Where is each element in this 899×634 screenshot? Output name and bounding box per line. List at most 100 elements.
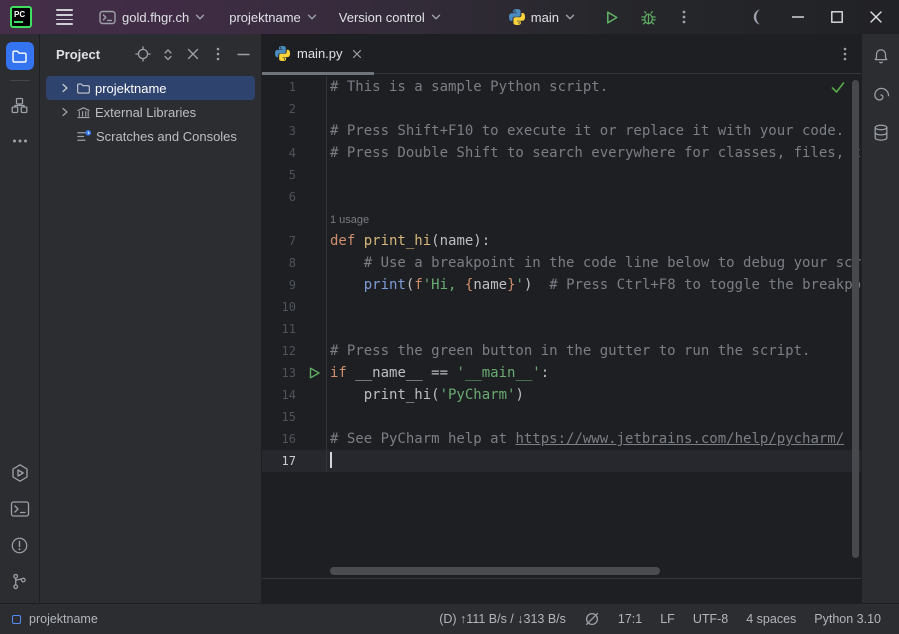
debug-button[interactable]: [632, 4, 665, 31]
structure-tool-button[interactable]: [6, 91, 34, 119]
project-tool-button[interactable]: [6, 42, 34, 70]
code-text[interactable]: [327, 450, 861, 472]
hide-panel-button[interactable]: [235, 46, 251, 62]
gutter-cell[interactable]: 10: [262, 296, 327, 318]
main-menu-button[interactable]: [52, 5, 77, 28]
line-number[interactable]: 7: [289, 234, 296, 248]
line-number[interactable]: 10: [282, 300, 296, 314]
gutter-cell[interactable]: 13: [262, 362, 327, 384]
indent-widget[interactable]: 4 spaces: [746, 612, 796, 626]
editor-options-button[interactable]: [843, 47, 847, 61]
code-text[interactable]: if __name__ == '__main__':: [327, 362, 861, 384]
line-number[interactable]: 11: [282, 322, 296, 336]
window-close-button[interactable]: [861, 4, 891, 30]
line-number[interactable]: 2: [289, 102, 296, 116]
line-number[interactable]: 9: [289, 278, 296, 292]
remote-host-selector[interactable]: gold.fhgr.ch: [91, 5, 213, 30]
caret-position-widget[interactable]: 17:1: [618, 612, 642, 626]
line-number[interactable]: 16: [282, 432, 296, 446]
gutter-cell[interactable]: 12: [262, 340, 327, 362]
gutter-cell[interactable]: 16: [262, 428, 327, 450]
line-number[interactable]: 1: [289, 80, 296, 94]
horizontal-scrollbar[interactable]: [330, 567, 660, 575]
more-tool-windows-button[interactable]: [6, 127, 34, 155]
interpreter-widget[interactable]: Python 3.10: [814, 612, 881, 626]
window-crescent-button[interactable]: [744, 4, 774, 30]
tab-main-py[interactable]: main.py: [262, 34, 374, 74]
gutter-cell[interactable]: 2: [262, 98, 327, 120]
tree-item-external-libraries[interactable]: External Libraries: [46, 100, 255, 124]
gutter-cell[interactable]: 14: [262, 384, 327, 406]
code-text[interactable]: # This is a sample Python script.: [327, 76, 861, 98]
vertical-scrollbar[interactable]: [852, 80, 859, 558]
line-number[interactable]: 17: [282, 454, 296, 468]
code-text[interactable]: [327, 406, 861, 428]
gutter-cell[interactable]: 8: [262, 252, 327, 274]
vcs-widget[interactable]: Version control: [331, 5, 449, 30]
window-maximize-button[interactable]: [822, 4, 852, 30]
expand-collapse-button[interactable]: [160, 46, 176, 62]
tab-close-button[interactable]: [350, 47, 364, 61]
gutter-cell[interactable]: 7: [262, 230, 327, 252]
network-transfer-widget[interactable]: (D) ↑111 B/s / ↓313 B/s: [439, 612, 566, 626]
code-text[interactable]: def print_hi(name):: [327, 230, 861, 252]
code-text[interactable]: # Press the green button in the gutter t…: [327, 340, 861, 362]
code-text[interactable]: # Press Shift+F10 to execute it or repla…: [327, 120, 861, 142]
locate-file-button[interactable]: [135, 46, 151, 62]
collapse-all-button[interactable]: [185, 46, 201, 62]
encoding-widget[interactable]: UTF-8: [693, 612, 728, 626]
code-text[interactable]: [327, 318, 861, 340]
line-number[interactable]: 6: [289, 190, 296, 204]
line-number[interactable]: 14: [282, 388, 296, 402]
status-project-widget[interactable]: projektname: [12, 612, 98, 626]
highlighting-level-widget[interactable]: [584, 611, 600, 627]
gutter-run-button[interactable]: [308, 366, 321, 380]
tree-item-projektname[interactable]: projektname: [46, 76, 255, 100]
project-widget[interactable]: projektname: [221, 5, 325, 30]
gutter-cell[interactable]: [262, 208, 327, 230]
line-number[interactable]: 13: [282, 366, 296, 380]
chevron-right-icon[interactable]: [58, 105, 72, 119]
usage-inlay-hint[interactable]: 1 usage: [327, 208, 861, 230]
notifications-button[interactable]: [870, 46, 892, 68]
code-text[interactable]: [327, 164, 861, 186]
gutter-cell[interactable]: 6: [262, 186, 327, 208]
code-text[interactable]: # Press Double Shift to search everywher…: [327, 142, 861, 164]
code-text[interactable]: print(f'Hi, {name}') # Press Ctrl+F8 to …: [327, 274, 861, 296]
version-control-tool-button[interactable]: [6, 567, 34, 595]
tree-item-scratches[interactable]: Scratches and Consoles: [46, 124, 255, 148]
run-button[interactable]: [595, 4, 628, 31]
gutter-cell[interactable]: 1: [262, 76, 327, 98]
line-separator-widget[interactable]: LF: [660, 612, 675, 626]
code-text[interactable]: # See PyCharm help at https://www.jetbra…: [327, 428, 861, 450]
window-minimize-button[interactable]: [783, 4, 813, 30]
gutter-cell[interactable]: 3: [262, 120, 327, 142]
gutter-cell[interactable]: 4: [262, 142, 327, 164]
line-number[interactable]: 4: [289, 146, 296, 160]
code-text[interactable]: [327, 296, 861, 318]
gutter-cell[interactable]: 17: [262, 450, 327, 472]
line-number[interactable]: 3: [289, 124, 296, 138]
run-line-icon[interactable]: [308, 366, 321, 380]
problems-tool-button[interactable]: [6, 531, 34, 559]
code-text[interactable]: [327, 98, 861, 120]
gutter-cell[interactable]: 5: [262, 164, 327, 186]
line-number[interactable]: 15: [282, 410, 296, 424]
more-actions-button[interactable]: [669, 4, 699, 30]
database-button[interactable]: [870, 122, 892, 144]
gutter-cell[interactable]: 15: [262, 406, 327, 428]
run-configuration-selector[interactable]: main: [501, 4, 583, 30]
line-number[interactable]: 5: [289, 168, 296, 182]
code-text[interactable]: [327, 186, 861, 208]
inspections-widget[interactable]: [831, 81, 845, 94]
line-number[interactable]: 8: [289, 256, 296, 270]
ai-assistant-button[interactable]: [870, 84, 892, 106]
services-tool-button[interactable]: [6, 459, 34, 487]
gutter-cell[interactable]: 9: [262, 274, 327, 296]
gutter-cell[interactable]: 11: [262, 318, 327, 340]
code-text[interactable]: print_hi('PyCharm'): [327, 384, 861, 406]
line-number[interactable]: 12: [282, 344, 296, 358]
code-text[interactable]: # Use a breakpoint in the code line belo…: [327, 252, 861, 274]
terminal-tool-button[interactable]: [6, 495, 34, 523]
panel-options-button[interactable]: [210, 46, 226, 62]
